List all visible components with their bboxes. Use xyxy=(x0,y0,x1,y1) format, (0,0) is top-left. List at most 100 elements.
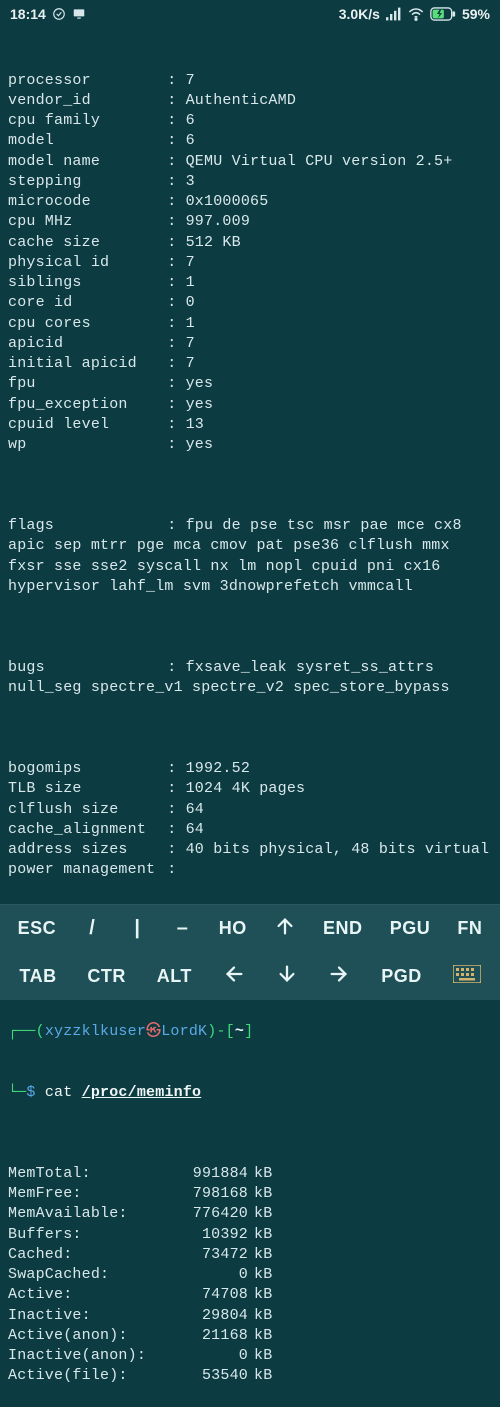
meminfo-unit: kB xyxy=(248,1346,272,1366)
cpuinfo-row: physical id : 7 xyxy=(8,253,492,273)
wifi-icon xyxy=(408,7,424,21)
cpuinfo-row: wp : yes xyxy=(8,435,492,455)
signal-icon xyxy=(386,7,402,21)
key-ho[interactable]: HO xyxy=(213,914,253,943)
meminfo-row: Cached:73472kB xyxy=(8,1245,492,1265)
cpuinfo-row: bogomips : 1992.52 xyxy=(8,759,492,779)
cmd-name: cat xyxy=(45,1084,73,1101)
cpuinfo-key: cpuid level xyxy=(8,415,158,435)
key-ctr[interactable]: CTR xyxy=(81,962,132,991)
meminfo-value: 21168 xyxy=(168,1326,248,1346)
meminfo-unit: kB xyxy=(248,1306,272,1326)
prompt-host: LordK xyxy=(161,1023,207,1040)
cpuinfo-row: cache size : 512 KB xyxy=(8,233,492,253)
key-pgd[interactable]: PGD xyxy=(375,962,428,991)
terminal-output[interactable]: processor : 7vendor_id : AuthenticAMD cpu… xyxy=(0,28,500,1407)
cpuinfo-key: cpu MHz xyxy=(8,212,158,232)
cpuinfo-value: 997.009 xyxy=(186,212,250,232)
cpuinfo-key: cache_alignment xyxy=(8,820,158,840)
cpuinfo-key: address sizes xyxy=(8,840,158,860)
meminfo-unit: kB xyxy=(248,1245,272,1265)
cmd-arg: /proc/meminfo xyxy=(82,1084,202,1101)
cpuinfo-key: siblings xyxy=(8,273,158,293)
meminfo-key: SwapCached: xyxy=(8,1265,168,1285)
cpuinfo-key: initial apicid xyxy=(8,354,158,374)
cpuinfo-key: processor xyxy=(8,71,158,91)
arrow-right-icon xyxy=(328,963,350,985)
cpuinfo-row: microcode : 0x1000065 xyxy=(8,192,492,212)
key-arrow-down[interactable] xyxy=(270,959,304,994)
arrow-left-icon xyxy=(223,963,245,985)
prompt-line-2: └─$ cat /proc/meminfo xyxy=(8,1083,492,1103)
prompt-user: xyzzklkuser xyxy=(45,1023,146,1040)
cpuinfo-row: apicid : 7 xyxy=(8,334,492,354)
key-pgu[interactable]: PGU xyxy=(384,914,437,943)
key-arrow-up[interactable] xyxy=(268,911,302,946)
cpuinfo-row: model : 6 xyxy=(8,131,492,151)
cpuinfo-key: model xyxy=(8,131,158,151)
cpuinfo-block: processor : 7vendor_id : AuthenticAMD cpu… xyxy=(8,71,492,456)
meminfo-value: 776420 xyxy=(168,1204,248,1224)
meminfo-row: Active(anon):21168kB xyxy=(8,1326,492,1346)
meminfo-row: Inactive(anon):0kB xyxy=(8,1346,492,1366)
cpuinfo-key: apicid xyxy=(8,334,158,354)
cpuinfo-value: 0 xyxy=(186,293,195,313)
key-alt[interactable]: ALT xyxy=(151,962,198,991)
cpuinfo-value: AuthenticAMD xyxy=(186,91,296,111)
cpuinfo-value: 40 bits physical, 48 bits virtual xyxy=(186,840,490,860)
meminfo-block: MemTotal:991884kBMemFree:798168kBMemAvai… xyxy=(8,1164,492,1387)
cpuinfo-row: fpu : yes xyxy=(8,374,492,394)
key-symbol[interactable]: – xyxy=(168,913,198,944)
key-tab[interactable]: TAB xyxy=(13,962,62,991)
meminfo-row: Active(file):53540kB xyxy=(8,1366,492,1386)
meminfo-unit: kB xyxy=(248,1366,272,1386)
key-end[interactable]: END xyxy=(317,914,369,943)
meminfo-value: 798168 xyxy=(168,1184,248,1204)
cpuinfo-value: yes xyxy=(186,395,214,415)
cpuinfo-value: 1 xyxy=(186,314,195,334)
cpuinfo-value: 7 xyxy=(186,253,195,273)
meminfo-unit: kB xyxy=(248,1184,272,1204)
cpuinfo-value: 6 xyxy=(186,111,195,131)
cpuinfo-row: vendor_id : AuthenticAMD xyxy=(8,91,492,111)
meminfo-key: Inactive(anon): xyxy=(8,1346,168,1366)
key-arrow-left[interactable] xyxy=(217,959,251,994)
status-right: 3.0K/s 59% xyxy=(339,6,490,22)
keyboard-toggle-button[interactable] xyxy=(447,961,487,992)
key-fn[interactable]: FN xyxy=(451,914,488,943)
meminfo-row: MemFree:798168kB xyxy=(8,1184,492,1204)
meminfo-row: Buffers:10392kB xyxy=(8,1225,492,1245)
meminfo-row: MemTotal:991884kB xyxy=(8,1164,492,1184)
cpuinfo-value: 3 xyxy=(186,172,195,192)
meminfo-key: MemTotal: xyxy=(8,1164,168,1184)
meminfo-key: Inactive: xyxy=(8,1306,168,1326)
meminfo-value: 10392 xyxy=(168,1225,248,1245)
key-esc[interactable]: ESC xyxy=(12,914,63,943)
cpuinfo-row: fpu_exception : yes xyxy=(8,395,492,415)
cpuinfo-row: clflush size : 64 xyxy=(8,800,492,820)
app-icon-1 xyxy=(52,7,66,21)
cpuinfo-key: fpu xyxy=(8,374,158,394)
meminfo-key: Active: xyxy=(8,1285,168,1305)
key-symbol[interactable]: | xyxy=(122,913,152,944)
cpuinfo-key: vendor_id xyxy=(8,91,158,111)
cpuinfo-key: bogomips xyxy=(8,759,158,779)
meminfo-unit: kB xyxy=(248,1326,272,1346)
clock-text: 18:14 xyxy=(10,6,46,22)
cpuinfo-key: core id xyxy=(8,293,158,313)
meminfo-value: 0 xyxy=(168,1265,248,1285)
meminfo-unit: kB xyxy=(248,1285,272,1305)
meminfo-key: Buffers: xyxy=(8,1225,168,1245)
meminfo-value: 991884 xyxy=(168,1164,248,1184)
key-arrow-right[interactable] xyxy=(322,959,356,994)
cpuinfo-key: physical id xyxy=(8,253,158,273)
cpuinfo-key: model name xyxy=(8,152,158,172)
meminfo-row: Inactive:29804kB xyxy=(8,1306,492,1326)
cpuinfo-block-2: bogomips : 1992.52TLB size : 1024 4K pag… xyxy=(8,759,492,881)
cpuinfo-value: yes xyxy=(186,435,214,455)
key-symbol[interactable]: / xyxy=(77,913,107,944)
cpuinfo-value: 512 KB xyxy=(186,233,241,253)
cpuinfo-value: 64 xyxy=(186,820,204,840)
arrow-up-icon xyxy=(274,915,296,937)
cpuinfo-row: processor : 7 xyxy=(8,71,492,91)
